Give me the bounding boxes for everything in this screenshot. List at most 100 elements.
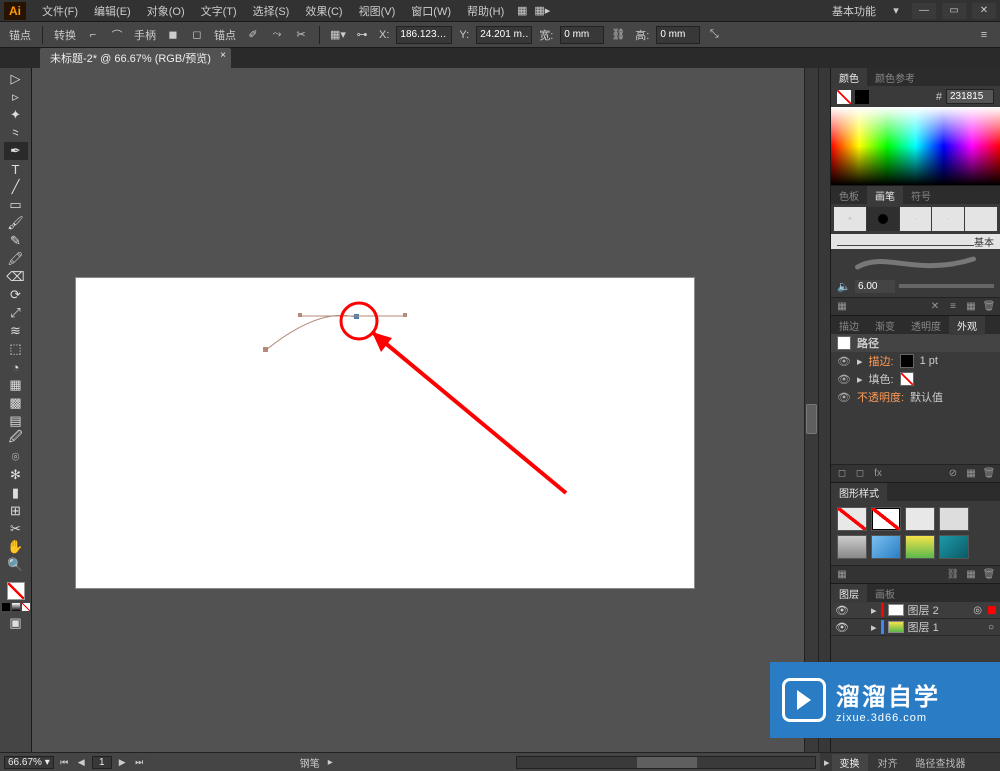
- brush-thumb-1[interactable]: •: [834, 207, 866, 231]
- w-input[interactable]: [560, 26, 604, 44]
- blob-brush-tool[interactable]: 🖍: [4, 250, 28, 268]
- clear-icon[interactable]: ⊘: [946, 467, 960, 481]
- target-icon[interactable]: ◎: [973, 605, 982, 616]
- convert-smooth-icon[interactable]: ⌒: [107, 26, 127, 44]
- tab-align[interactable]: 对齐: [870, 754, 906, 771]
- menu-object[interactable]: 对象(O): [139, 0, 193, 22]
- trash-appearance-icon[interactable]: 🗑: [982, 467, 996, 481]
- handle-hide-icon[interactable]: ◻: [187, 26, 207, 44]
- stroke-slider[interactable]: [899, 284, 994, 288]
- doc-setup-icon[interactable]: ▦: [512, 2, 532, 20]
- new-style-icon[interactable]: ▦: [964, 568, 978, 582]
- style-thumb-4[interactable]: [939, 507, 969, 531]
- menu-window[interactable]: 窗口(W): [403, 0, 459, 22]
- first-page-icon[interactable]: ⏮: [58, 756, 71, 769]
- brush-thumb-5[interactable]: [965, 207, 997, 231]
- menu-edit[interactable]: 编辑(E): [86, 0, 139, 22]
- scale-tool[interactable]: ⤢: [4, 304, 28, 322]
- appearance-disclosure[interactable]: ▸: [857, 355, 863, 368]
- stroke-appearance-label[interactable]: 描边:: [869, 353, 894, 369]
- tab-brushes[interactable]: 画笔: [867, 186, 903, 205]
- close-tab-icon[interactable]: ×: [220, 50, 226, 61]
- eraser-tool[interactable]: ⌫: [4, 268, 28, 286]
- magic-wand-tool[interactable]: ✦: [4, 106, 28, 124]
- stroke-swatch-mini[interactable]: [855, 90, 869, 104]
- menu-view[interactable]: 视图(V): [351, 0, 404, 22]
- pencil-tool[interactable]: ✎: [4, 232, 28, 250]
- remove-anchor-icon[interactable]: ✐: [243, 26, 263, 44]
- lasso-tool[interactable]: ⺀: [4, 124, 28, 142]
- style-thumb-7[interactable]: [905, 535, 935, 559]
- new-fill-icon[interactable]: ◻: [835, 467, 849, 481]
- horizontal-scrollbar[interactable]: [516, 756, 816, 769]
- menu-select[interactable]: 选择(S): [245, 0, 298, 22]
- fx-icon[interactable]: fx: [871, 467, 885, 481]
- canvas-area[interactable]: [32, 68, 818, 758]
- new-brush-icon[interactable]: ▦: [964, 300, 978, 314]
- layer-disclosure[interactable]: ▸: [871, 604, 877, 617]
- next-page-icon[interactable]: ▶: [116, 756, 129, 769]
- blend-tool[interactable]: ⌾: [4, 448, 28, 466]
- workspace-chevron-icon[interactable]: ▾: [886, 2, 906, 20]
- style-thumb-2[interactable]: [871, 507, 901, 531]
- layer-row[interactable]: 👁 ▸ 图层 2 ◎: [831, 602, 1000, 619]
- brush-thumb-4[interactable]: ·: [932, 207, 964, 231]
- perspective-tool[interactable]: ▦: [4, 376, 28, 394]
- convert-corner-icon[interactable]: ⌐: [83, 26, 103, 44]
- hand-tool[interactable]: ✋: [4, 538, 28, 556]
- tab-gradient[interactable]: 渐变: [867, 316, 903, 335]
- artboard-tool[interactable]: ⊞: [4, 502, 28, 520]
- layer-row[interactable]: 👁 ▸ 图层 1 ○: [831, 619, 1000, 636]
- menu-file[interactable]: 文件(F): [34, 0, 86, 22]
- tab-appearance[interactable]: 外观: [949, 316, 985, 335]
- page-input[interactable]: 1: [92, 756, 112, 769]
- isolate-icon[interactable]: ⊶: [352, 26, 372, 44]
- canvas-scrollbar-vertical[interactable]: [804, 68, 818, 758]
- link-wh-icon[interactable]: ⛓: [608, 26, 628, 44]
- free-transform-tool[interactable]: ⬚: [4, 340, 28, 358]
- break-link-icon[interactable]: ⛓: [946, 568, 960, 582]
- paintbrush-tool[interactable]: 🖌: [4, 214, 28, 232]
- arrange-icon[interactable]: ▦▸: [532, 2, 552, 20]
- bottom-expand-icon[interactable]: ▸: [824, 756, 830, 769]
- tab-artboards[interactable]: 画板: [867, 584, 903, 603]
- layer-name[interactable]: 图层 2: [908, 602, 939, 618]
- workspace-label[interactable]: 基本功能: [832, 3, 876, 19]
- align-icon[interactable]: ▦▾: [328, 26, 348, 44]
- selection-tool[interactable]: ▷: [4, 70, 28, 88]
- tab-layers[interactable]: 图层: [831, 584, 867, 603]
- rectangle-tool[interactable]: ▭: [4, 196, 28, 214]
- style-thumb-6[interactable]: [871, 535, 901, 559]
- cut-path-icon[interactable]: ✂: [291, 26, 311, 44]
- visibility-icon[interactable]: 👁: [835, 604, 849, 617]
- brush-thumb-2[interactable]: [867, 207, 899, 231]
- connect-anchor-icon[interactable]: ⤳: [267, 26, 287, 44]
- document-tab[interactable]: 未标题-2* @ 66.67% (RGB/预览) ×: [40, 48, 231, 68]
- vis-icon-stroke[interactable]: 👁: [837, 355, 851, 368]
- remove-brush-icon[interactable]: ✕: [928, 300, 942, 314]
- shape-builder-tool[interactable]: ◔: [4, 358, 28, 376]
- x-input[interactable]: [396, 26, 452, 44]
- pen-tool[interactable]: ✒: [4, 142, 28, 160]
- fill-swatch[interactable]: [7, 582, 25, 600]
- minimize-button[interactable]: —: [912, 3, 936, 19]
- tab-graphic-styles[interactable]: 图形样式: [831, 483, 887, 502]
- tab-transform[interactable]: 变换: [832, 754, 868, 771]
- h-input[interactable]: [656, 26, 700, 44]
- fill-swatch-mini[interactable]: [837, 90, 851, 104]
- style-thumb-8[interactable]: [939, 535, 969, 559]
- tab-stroke[interactable]: 描边: [831, 316, 867, 335]
- vis-icon-opacity[interactable]: 👁: [837, 391, 851, 404]
- dup-icon[interactable]: ▦: [964, 467, 978, 481]
- rotate-tool[interactable]: ⟳: [4, 286, 28, 304]
- zoom-select[interactable]: 66.67% ▾: [4, 756, 54, 769]
- style-thumb-3[interactable]: [905, 507, 935, 531]
- visibility-icon[interactable]: 👁: [835, 621, 849, 634]
- color-swatch-icon[interactable]: [2, 603, 10, 611]
- column-graph-tool[interactable]: ▮: [4, 484, 28, 502]
- menu-type[interactable]: 文字(T): [193, 0, 245, 22]
- layer-disclosure[interactable]: ▸: [871, 621, 877, 634]
- style-thumb-5[interactable]: [837, 535, 867, 559]
- stroke-size-input[interactable]: [855, 280, 895, 293]
- menu-help[interactable]: 帮助(H): [459, 0, 512, 22]
